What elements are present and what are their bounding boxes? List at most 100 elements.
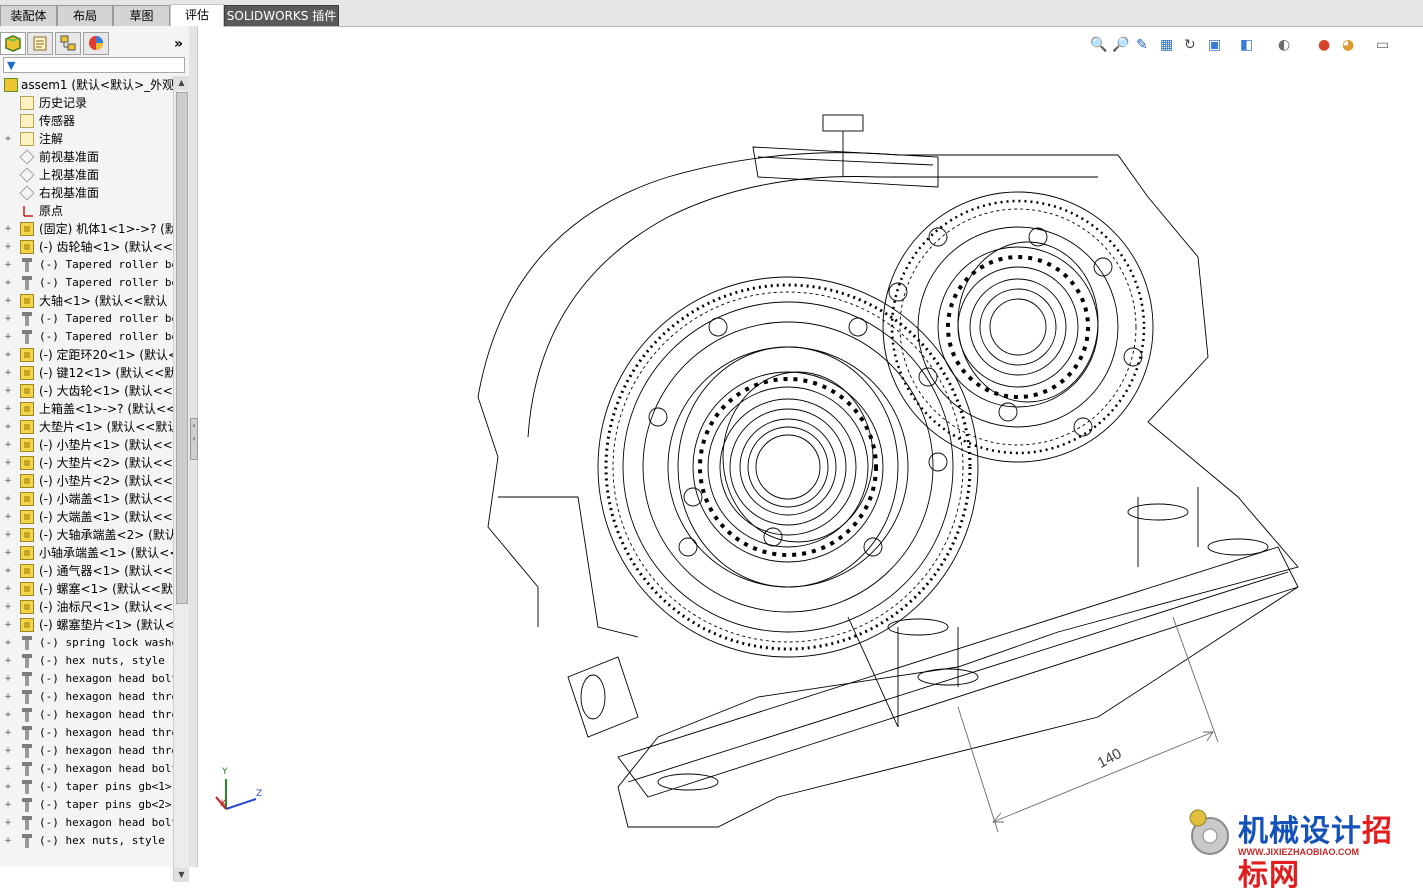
expand-icon[interactable]: + (4, 333, 12, 342)
tree-filter-bar[interactable]: ▼ (3, 57, 185, 73)
tree-item[interactable]: + 大轴<1> (默认<<默认 (0, 292, 173, 310)
expand-icon[interactable]: + (4, 837, 12, 846)
tree-item[interactable]: + (-) taper pins gb<2> ( (0, 796, 173, 814)
filter-icon[interactable]: ▼ (7, 59, 15, 72)
expand-icon[interactable]: + (4, 747, 12, 756)
tree-item[interactable]: + 大垫片<1> (默认<<默认> (0, 418, 173, 436)
expand-icon[interactable]: + (4, 729, 12, 738)
expand-icon[interactable]: + (4, 621, 12, 630)
tree-item[interactable]: + (-) hexagon head threa (0, 688, 173, 706)
expand-icon[interactable]: + (4, 567, 12, 576)
tree-item[interactable]: + (-) 定距环20<1> (默认< (0, 346, 173, 364)
expand-icon[interactable]: + (4, 243, 12, 252)
expand-icon[interactable]: + (4, 495, 12, 504)
expand-icon[interactable]: + (4, 261, 12, 270)
tree-item[interactable]: + (-) hex nuts, style 1- (0, 652, 173, 670)
expand-icon[interactable]: + (4, 459, 12, 468)
expand-icon[interactable]: + (4, 711, 12, 720)
tree-item[interactable]: + (-) 大轴承端盖<2> (默认 (0, 526, 173, 544)
tree-item[interactable]: + 上箱盖<1>->? (默认<<默 (0, 400, 173, 418)
tree-item[interactable]: + (-) 小垫片<2> (默认<<默 (0, 472, 173, 490)
tree-item[interactable]: + (-) 齿轮轴<1> (默认<<默 (0, 238, 173, 256)
expand-icon[interactable]: + (4, 135, 12, 144)
expand-icon[interactable]: + (4, 765, 12, 774)
tab-layout[interactable]: 布局 (57, 5, 113, 26)
tree-item[interactable]: + (-) Tapered roller bea (0, 310, 173, 328)
propertymanager-tab[interactable] (27, 32, 53, 55)
tree-item[interactable]: + (-) taper pins gb<1> ( (0, 778, 173, 796)
tree-item[interactable]: 历史记录 (0, 94, 173, 112)
tree-item[interactable]: + 注解 (0, 130, 173, 148)
tree-item[interactable]: + (-) hexagon head threa (0, 742, 173, 760)
tree-item[interactable]: + (-) hexagon head bolts (0, 670, 173, 688)
tree-item[interactable]: + (-) hexagon head bolts (0, 760, 173, 778)
scroll-thumb[interactable] (176, 92, 188, 604)
tree-item[interactable]: + (-) 小端盖<1> (默认<<默 (0, 490, 173, 508)
appearance-tab[interactable] (83, 32, 109, 55)
tree-item[interactable]: 上视基准面 (0, 166, 173, 184)
expand-icon[interactable]: + (4, 783, 12, 792)
view-settings-icon[interactable]: ▭ (1376, 37, 1394, 55)
graphics-area[interactable]: X Y Z 🔍 🔎 ✎ ▦ ↻ ▣ ◧ ◐ ● ◕ ▭ (198, 27, 1423, 867)
tree-item[interactable]: + (固定) 机体1<1>->? (默 (0, 220, 173, 238)
zoom-to-area-icon[interactable]: 🔎 (1112, 37, 1130, 55)
display-style-icon[interactable]: ◧ (1240, 37, 1258, 55)
expand-icon[interactable]: + (4, 531, 12, 540)
expand-icon[interactable]: + (4, 387, 12, 396)
scroll-up-arrow-icon[interactable]: ▲ (174, 76, 189, 90)
tree-item[interactable]: + 小轴承端盖<1> (默认<<默 (0, 544, 173, 562)
tree-item[interactable]: + (-) hex nuts, style 1- (0, 832, 173, 850)
dynamic-annotation-icon[interactable]: ↻ (1184, 37, 1202, 55)
expand-icon[interactable]: + (4, 297, 12, 306)
tree-item[interactable]: + (-) 大齿轮<1> (默认<<默 (0, 382, 173, 400)
expand-icon[interactable]: + (4, 819, 12, 828)
tree-item[interactable]: 原点 (0, 202, 173, 220)
collapse-panel-handle[interactable]: ‹ ‹ (190, 418, 198, 460)
edit-appearance-icon[interactable]: ● (1318, 37, 1336, 55)
tab-evaluate[interactable]: 评估 (170, 4, 224, 27)
tree-item[interactable]: + (-) Tapered roller bea (0, 328, 173, 346)
configurationmanager-tab[interactable] (55, 32, 81, 55)
scroll-down-arrow-icon[interactable]: ▼ (174, 868, 189, 882)
expand-icon[interactable]: + (4, 585, 12, 594)
tree-item[interactable]: + (-) 小垫片<1> (默认<<默 (0, 436, 173, 454)
expand-icon[interactable]: + (4, 693, 12, 702)
tree-item[interactable]: + (-) 大端盖<1> (默认<<默 (0, 508, 173, 526)
panel-expand-chevron-icon[interactable]: » (174, 36, 183, 52)
expand-icon[interactable]: + (4, 801, 12, 810)
tree-item[interactable]: + (-) 通气器<1> (默认<<默 (0, 562, 173, 580)
expand-icon[interactable]: + (4, 441, 12, 450)
expand-icon[interactable]: + (4, 225, 12, 234)
expand-icon[interactable]: + (4, 657, 12, 666)
tree-item[interactable]: + (-) 螺塞垫片<1> (默认< (0, 616, 173, 634)
gearbox-wireframe-model[interactable] (198, 27, 1423, 867)
tree-item[interactable]: + (-) hexagon head threa (0, 706, 173, 724)
expand-icon[interactable]: + (4, 603, 12, 612)
expand-icon[interactable]: + (4, 639, 12, 648)
view-orientation-icon[interactable]: ▣ (1208, 37, 1226, 55)
tree-root-assembly[interactable]: assem1 (默认<默认>_外观 (0, 76, 173, 94)
expand-icon[interactable]: + (4, 369, 12, 378)
tree-item[interactable]: + (-) Tapered roller bea (0, 274, 173, 292)
tree-item[interactable]: + (-) hexagon head threa (0, 724, 173, 742)
tab-solidworks-addins[interactable]: SOLIDWORKS 插件 (224, 5, 339, 26)
featuremanager-tab[interactable] (0, 32, 26, 55)
expand-icon[interactable]: + (4, 513, 12, 522)
expand-icon[interactable]: + (4, 279, 12, 288)
expand-icon[interactable]: + (4, 549, 12, 558)
expand-icon[interactable]: + (4, 405, 12, 414)
zoom-to-fit-icon[interactable]: 🔍 (1090, 37, 1108, 55)
tab-sketch[interactable]: 草图 (113, 5, 170, 26)
hide-show-icon[interactable]: ◐ (1278, 37, 1296, 55)
section-view-icon[interactable]: ▦ (1160, 37, 1178, 55)
tree-scrollbar[interactable]: ▲ ▼ (173, 76, 189, 882)
tree-item[interactable]: 传感器 (0, 112, 173, 130)
expand-icon[interactable]: + (4, 351, 12, 360)
tree-item[interactable]: + (-) spring lock washer (0, 634, 173, 652)
tree-item[interactable]: + (-) Tapered roller bea (0, 256, 173, 274)
tree-item[interactable]: + (-) 大垫片<2> (默认<<默 (0, 454, 173, 472)
tree-item[interactable]: 前视基准面 (0, 148, 173, 166)
expand-icon[interactable]: + (4, 477, 12, 486)
expand-icon[interactable]: + (4, 675, 12, 684)
previous-view-icon[interactable]: ✎ (1136, 37, 1154, 55)
